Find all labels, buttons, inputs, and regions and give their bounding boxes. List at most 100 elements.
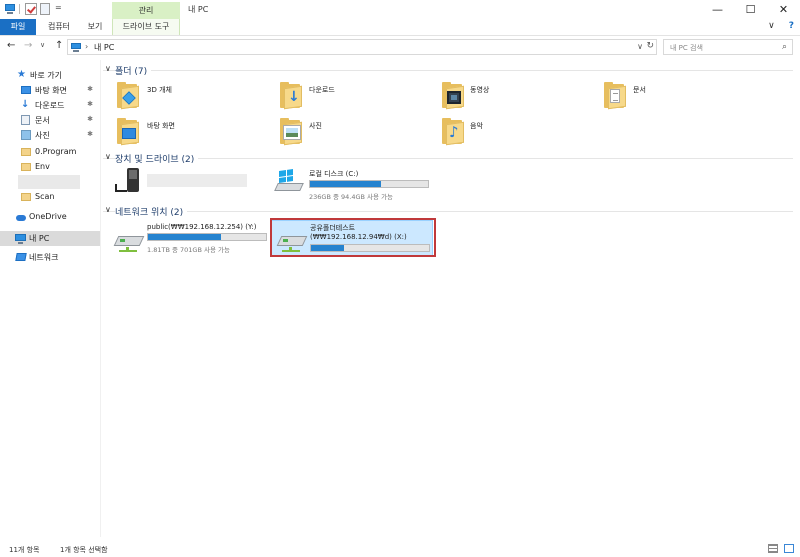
pin-icon: ✱ <box>87 130 93 138</box>
this-pc-icon <box>15 233 26 244</box>
network-drive-icon <box>113 228 145 252</box>
window-title: 내 PC <box>188 5 209 14</box>
pin-icon: ✱ <box>87 100 93 108</box>
documents-icon <box>604 82 628 110</box>
folder-icon <box>21 163 31 171</box>
back-button[interactable]: ← <box>7 40 15 51</box>
nav-item-network[interactable]: 네트워크 <box>0 250 100 265</box>
collapse-chevron-icon[interactable]: ∨ <box>105 152 111 161</box>
item-label: 음악 <box>470 122 483 130</box>
network-icon <box>15 253 27 261</box>
nav-item-onedrive[interactable]: OneDrive <box>0 210 100 225</box>
customize-quick-access-icon[interactable]: = <box>55 3 62 12</box>
drive-free-space: 236GB 중 94.4GB 사용 가능 <box>309 193 394 201</box>
tab-file[interactable]: 파일 <box>0 19 36 35</box>
collapse-chevron-icon[interactable]: ∨ <box>105 205 111 214</box>
folder-item-3d-objects[interactable]: 3D 개체 <box>103 80 253 110</box>
nav-item-env[interactable]: Env <box>0 160 100 175</box>
redacted-device-name <box>147 174 247 187</box>
navigation-pane: ★ 바로 가기 바탕 화면 ✱ ↓ 다운로드 ✱ 문서 ✱ 사진 ✱ 0.Pro… <box>0 60 101 537</box>
this-pc-icon[interactable] <box>4 3 16 15</box>
group-title: 네트워크 위치 (2) <box>115 205 188 218</box>
close-button[interactable]: ✕ <box>767 0 800 19</box>
item-label: 3D 개체 <box>147 86 172 94</box>
item-label: 사진 <box>309 122 322 130</box>
folder-item-videos[interactable]: 동영상 <box>428 80 578 110</box>
star-icon: ★ <box>17 69 26 80</box>
search-placeholder: 내 PC 검색 <box>670 44 703 52</box>
desktop-icon <box>21 86 31 94</box>
drive-usage-bar <box>147 233 267 241</box>
breadcrumb-chevron-icon[interactable]: › <box>85 42 88 51</box>
folder-item-documents[interactable]: 문서 <box>590 80 740 110</box>
expand-ribbon-icon[interactable]: ∨ <box>768 21 775 31</box>
minimize-button[interactable]: — <box>701 0 734 19</box>
tab-drive-tools[interactable]: 드라이브 도구 <box>112 19 180 35</box>
search-input[interactable]: 내 PC 검색 ⌕ <box>663 39 793 55</box>
forward-button[interactable]: → <box>24 40 32 51</box>
recent-locations-button[interactable]: ∨ <box>40 41 45 49</box>
folder-item-pictures[interactable]: 사진 <box>266 116 416 146</box>
download-icon: ↓ <box>21 99 30 110</box>
item-label: 문서 <box>633 86 646 94</box>
nav-label: 0.Program <box>35 147 77 156</box>
group-header-folders[interactable]: ∨ 폴더 (7) <box>103 63 793 77</box>
folder-item-desktop[interactable]: 바탕 화면 <box>103 116 253 146</box>
group-header-devices[interactable]: ∨ 장치 및 드라이브 (2) <box>103 151 793 165</box>
new-folder-icon[interactable] <box>40 3 50 15</box>
content-pane: ∨ 폴더 (7) 3D 개체 ↓ 다운로드 동영상 문서 바탕 화면 사진 ♪ … <box>103 60 800 537</box>
help-icon[interactable]: ? <box>789 21 794 31</box>
group-header-network[interactable]: ∨ 네트워크 위치 (2) <box>103 204 793 218</box>
folder-item-downloads[interactable]: ↓ 다운로드 <box>266 80 416 110</box>
drive-item-local-c[interactable]: 로컬 디스크 (C:) 236GB 중 94.4GB 사용 가능 <box>271 166 431 201</box>
cloud-icon <box>16 215 26 221</box>
nav-item-program[interactable]: 0.Program <box>0 145 100 160</box>
portable-device-icon <box>113 168 141 196</box>
nav-quick-access[interactable]: ★ 바로 가기 <box>0 68 100 83</box>
properties-icon[interactable] <box>25 3 37 15</box>
pin-icon: ✱ <box>87 85 93 93</box>
tab-view[interactable]: 보기 <box>84 19 106 35</box>
item-count: 11개 항목 <box>9 546 40 554</box>
highlight-frame <box>270 218 436 257</box>
videos-icon <box>442 82 466 110</box>
tab-manage[interactable]: 관리 <box>112 2 180 19</box>
nav-label: 내 PC <box>29 234 50 243</box>
navigation-bar: ← → ∨ ↑ › 내 PC ∨ ↻ 내 PC 검색 ⌕ <box>0 37 800 57</box>
address-history-icon[interactable]: ∨ <box>637 42 643 51</box>
address-bar[interactable]: › 내 PC ∨ ↻ <box>67 39 657 55</box>
nav-item-scan[interactable]: Scan <box>0 190 100 205</box>
item-label: 바탕 화면 <box>147 122 175 130</box>
nav-item-documents[interactable]: 문서 ✱ <box>0 113 100 128</box>
refresh-icon[interactable]: ↻ <box>646 41 654 51</box>
quick-access-separator <box>19 4 20 14</box>
group-title: 폴더 (7) <box>115 64 152 77</box>
nav-label: OneDrive <box>29 212 67 221</box>
tab-computer[interactable]: 컴퓨터 <box>44 19 74 35</box>
group-divider <box>103 158 793 159</box>
nav-label: 다운로드 <box>35 101 65 110</box>
nav-item-downloads[interactable]: ↓ 다운로드 ✱ <box>0 98 100 113</box>
collapse-chevron-icon[interactable]: ∨ <box>105 64 111 73</box>
folder-item-music[interactable]: ♪ 음악 <box>428 116 578 146</box>
up-button[interactable]: ↑ <box>55 40 63 51</box>
maximize-button[interactable]: ☐ <box>734 0 767 19</box>
nav-item-desktop[interactable]: 바탕 화면 ✱ <box>0 83 100 98</box>
drive-usage-fill <box>310 181 381 187</box>
nav-item-pictures[interactable]: 사진 ✱ <box>0 128 100 143</box>
nav-item-redacted[interactable] <box>0 175 100 190</box>
network-drive-public[interactable]: public(₩₩192.168.12.254) (Y:) 1.81TB 중 7… <box>103 220 268 256</box>
windows-drive-icon <box>274 169 304 194</box>
nav-label: 사진 <box>35 131 50 140</box>
nav-label: Scan <box>35 192 55 201</box>
device-item-portable[interactable] <box>103 166 263 200</box>
details-view-button[interactable] <box>768 544 778 553</box>
drive-usage-fill <box>148 234 222 240</box>
folder-icon <box>21 193 31 201</box>
music-icon: ♪ <box>442 118 466 146</box>
nav-item-this-pc[interactable]: 내 PC <box>0 231 100 246</box>
group-divider <box>103 70 793 71</box>
breadcrumb-this-pc[interactable]: 내 PC <box>94 42 114 53</box>
nav-label: 바로 가기 <box>30 71 62 80</box>
tiles-view-button[interactable] <box>784 544 794 553</box>
